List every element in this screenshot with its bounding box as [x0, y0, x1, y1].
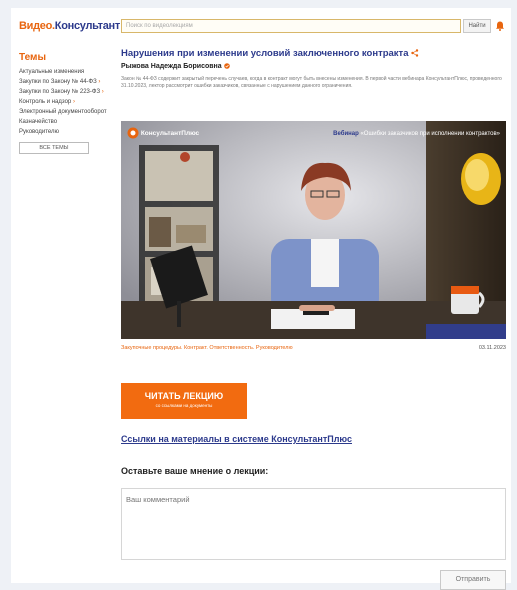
site-logo[interactable]: Видео.Консультант — [19, 20, 120, 32]
sidebar-item-manager[interactable]: Руководителю — [19, 129, 109, 136]
materials-link[interactable]: Ссылки на материалы в системе Консультан… — [121, 434, 352, 444]
opinion-heading: Оставьте ваше мнение о лекции: — [121, 466, 269, 476]
search-input[interactable]: Поиск по видеолекциям — [121, 19, 461, 33]
sidebar-item-current-changes[interactable]: Актуальные изменения — [19, 69, 109, 76]
lecture-tags: Закупочные процедуры. Контракт. Ответств… — [121, 345, 506, 351]
tag-links[interactable]: Закупочные процедуры. Контракт. Ответств… — [121, 345, 293, 351]
main-content: Нарушения при изменении условий заключен… — [121, 48, 506, 590]
all-topics-button[interactable]: ВСЕ ТЕМЫ — [19, 142, 89, 154]
read-lecture-sublabel: со ссылками на документы — [155, 403, 213, 408]
chevron-right-icon: › — [101, 89, 104, 95]
video-brand: КонсультантПлюс — [140, 130, 200, 137]
brand-logo-icon — [127, 127, 139, 139]
sidebar-item-44fz[interactable]: Закупки по Закону № 44-ФЗ › — [19, 79, 109, 86]
sidebar-item-treasury[interactable]: Казначейство — [19, 119, 109, 126]
lecture-title: Нарушения при изменении условий заключен… — [121, 48, 506, 60]
sidebar-title: Темы — [19, 52, 46, 63]
chevron-right-icon: › — [72, 99, 75, 105]
share-icon[interactable] — [411, 49, 419, 58]
read-lecture-label: ЧИТАТЬ ЛЕКЦИЮ — [144, 391, 224, 401]
lecture-author[interactable]: Рыжова Надежда Борисовна — [121, 63, 506, 70]
video-player[interactable]: КонсультантПлюс Вебинар «Ошибки заказчик… — [121, 121, 506, 339]
search-button[interactable]: Найти — [463, 19, 491, 33]
video-header: КонсультантПлюс Вебинар «Ошибки заказчик… — [127, 127, 500, 141]
video-webinar-title: Вебинар «Ошибки заказчиков при исполнени… — [333, 131, 500, 137]
read-lecture-button[interactable]: ЧИТАТЬ ЛЕКЦИЮ со ссылками на документы — [121, 383, 247, 419]
logo-part-video: Видео. — [19, 20, 55, 32]
video-frame-image — [121, 121, 506, 339]
sidebar-item-223fz[interactable]: Закупки по Закону № 223-ФЗ › — [19, 89, 109, 96]
send-button[interactable]: Отправить — [440, 570, 506, 590]
chevron-right-icon: › — [98, 79, 101, 85]
sidebar: Темы Актуальные изменения Закупки по Зак… — [19, 52, 109, 154]
lecture-date: 03.11.2023 — [478, 345, 506, 351]
sidebar-item-control[interactable]: Контроль и надзор › — [19, 99, 109, 106]
page: Видео.Консультант Поиск по видеолекциям … — [11, 8, 511, 590]
comment-textarea[interactable] — [121, 488, 506, 560]
verified-icon — [223, 63, 230, 69]
lecture-description: Закон № 44-ФЗ содержит закрытый перечень… — [121, 76, 502, 89]
sidebar-item-edo[interactable]: Электронный документооборот — [19, 109, 109, 116]
logo-part-consultant: Консультант — [54, 20, 120, 32]
bell-icon[interactable] — [496, 21, 504, 31]
